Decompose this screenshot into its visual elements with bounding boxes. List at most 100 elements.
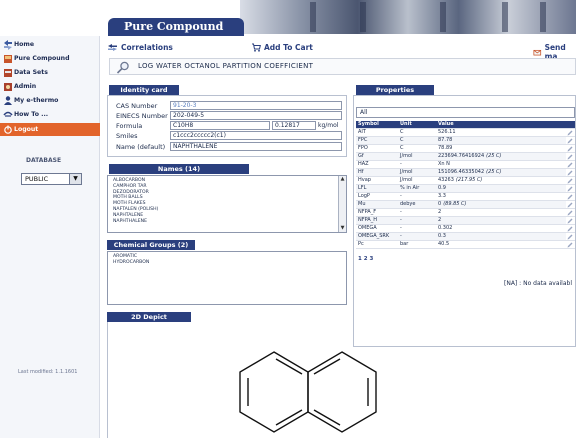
symbol-cell: LFL xyxy=(356,185,398,192)
database-select[interactable]: PUBLIC ▼ xyxy=(21,173,82,185)
list-item: HYDROCARBON xyxy=(113,259,150,265)
edit-icon[interactable] xyxy=(567,154,573,160)
symbol-cell-text: Hvap xyxy=(358,177,371,183)
symbol-cell: HAZ xyxy=(356,161,398,168)
edit-icon[interactable] xyxy=(567,226,573,232)
add-to-cart-link[interactable]: Add To Cart xyxy=(251,43,313,52)
edit-icon[interactable] xyxy=(567,194,573,200)
symbol-cell: FPC xyxy=(356,137,398,144)
name-label: Name (default) xyxy=(116,143,166,151)
sidebar-item-label: Pure Compound xyxy=(14,55,70,62)
depict-title: 2D Depict xyxy=(107,312,191,322)
edit-icon[interactable] xyxy=(567,210,573,216)
unit-cell: - xyxy=(398,225,436,232)
edit-icon[interactable] xyxy=(567,234,573,240)
chevron-down-icon[interactable]: ▼ xyxy=(69,174,81,184)
value-cell-text: 526.11 xyxy=(438,129,456,135)
unit-cell-text: C xyxy=(400,129,404,135)
sidebar-item-data-sets[interactable]: Data Sets xyxy=(0,66,100,79)
edit-icon[interactable] xyxy=(567,186,573,192)
edit-icon[interactable] xyxy=(567,138,573,144)
names-title: Names (14) xyxy=(109,164,249,174)
table-row: HAZ - Xn N xyxy=(356,161,575,169)
value-cell: Xn N xyxy=(436,161,566,168)
sidebar-item-pure-compound[interactable]: Pure Compound xyxy=(0,52,100,65)
unit-cell: - xyxy=(398,209,436,216)
edit-icon[interactable] xyxy=(567,242,573,248)
cas-label: CAS Number xyxy=(116,102,158,110)
sidebar-item-admin[interactable]: Admin xyxy=(0,80,100,93)
names-scrollbar[interactable]: ▲ ▼ xyxy=(338,176,346,232)
unit-cell: C xyxy=(398,145,436,152)
value-cell-text: 87.78 xyxy=(438,137,453,143)
table-row: Gf J/mol 223694.76416924 (25 C) xyxy=(356,153,575,161)
scroll-down-icon[interactable]: ▼ xyxy=(339,225,346,232)
pagination[interactable]: 1 2 3 xyxy=(358,256,373,262)
table-row: FPO C 78.89 xyxy=(356,145,575,153)
value-cell: 0.3 xyxy=(436,233,566,240)
names-list[interactable]: ALBOCARBON CAMPHOR TAR DEZODORATOR MOTH … xyxy=(107,175,347,233)
sidebar-item-label: My e-thermo xyxy=(14,97,59,104)
value-cell-text: 78.89 xyxy=(438,145,453,151)
symbol-cell-text: LogP xyxy=(358,193,370,199)
table-row: LFL % in Air 0.9 xyxy=(356,185,575,193)
value-cell-text: 2 xyxy=(438,209,442,215)
symbol-cell: AIT xyxy=(356,129,398,136)
property-title-bar: LOG WATER OCTANOL PARTITION COEFFICIENT xyxy=(109,58,576,75)
value-cell-text: 43263 xyxy=(438,177,454,183)
value-cell: 3.3 xyxy=(436,193,566,200)
value-cell-text: 223694.76416924 xyxy=(438,153,485,159)
value-cell: 2 xyxy=(436,209,566,216)
correlations-icon xyxy=(108,44,117,51)
table-row: OMEGA_SRK - 0.3 xyxy=(356,233,575,241)
symbol-cell-text: OMEGA xyxy=(358,225,377,231)
identity-card: CAS Number 91-20-3 EINECS Number 202-049… xyxy=(107,95,347,157)
unit-cell-text: - xyxy=(400,217,402,223)
unit-cell-text: - xyxy=(400,225,402,231)
edit-icon[interactable] xyxy=(567,146,573,152)
edit-icon[interactable] xyxy=(567,170,573,176)
sidebar-item-label: Home xyxy=(14,41,35,48)
edit-icon[interactable] xyxy=(567,130,573,136)
properties-filter-select[interactable]: All xyxy=(356,107,575,118)
table-row: FPC C 87.78 xyxy=(356,137,575,145)
arrows-icon xyxy=(4,40,12,50)
sidebar-item-home[interactable]: Home xyxy=(0,38,100,51)
symbol-cell-text: LFL xyxy=(358,185,367,191)
value-cell-text: 0.9 xyxy=(438,185,446,191)
edit-icon[interactable] xyxy=(567,202,573,208)
column-header: Symbol xyxy=(358,121,379,127)
value-cell-text: 0.302 xyxy=(438,225,453,231)
column-header: Unit xyxy=(400,121,412,127)
table-row: Mu debye 0 (89.85 C) xyxy=(356,201,575,209)
symbol-cell-text: NFPA_F xyxy=(358,209,377,215)
symbol-cell-text: Gf xyxy=(358,153,364,159)
unit-cell: J/mol xyxy=(398,153,436,160)
value-cell-text: 2 xyxy=(438,217,442,223)
table-row: NFPA_F - 2 xyxy=(356,209,575,217)
value-cell: 526.11 xyxy=(436,129,566,136)
scroll-up-icon[interactable]: ▲ xyxy=(339,176,346,183)
toolbar: Correlations Add To Cart Send ma xyxy=(101,41,576,61)
smiles-value: c1ccc2ccccc2(c1) xyxy=(170,131,342,140)
search-icon[interactable] xyxy=(116,61,130,74)
properties-filter-value: All xyxy=(360,109,368,116)
edit-icon[interactable] xyxy=(567,218,573,224)
table-row: LogP - 3.3 xyxy=(356,193,575,201)
main-content: Correlations Add To Cart Send ma LOG WAT… xyxy=(101,36,576,438)
admin-icon xyxy=(4,83,12,91)
cas-value[interactable]: 91-20-3 xyxy=(170,101,342,110)
edit-icon[interactable] xyxy=(567,178,573,184)
correlations-link[interactable]: Correlations xyxy=(107,43,173,52)
sidebar-item-logout[interactable]: Logout xyxy=(0,123,100,136)
chemical-groups-list[interactable]: AROMATIC HYDROCARBON xyxy=(107,251,347,305)
condition-text: (25 C) xyxy=(486,153,502,159)
properties-table: Symbol Unit Value AIT C 526.11 FPC C 87.78 FPO… xyxy=(356,121,575,251)
condition-text: (217.95 C) xyxy=(455,177,483,183)
condition-text: (25 C) xyxy=(486,169,502,175)
table-row: Hf J/mol 151096.46335042 (25 C) xyxy=(356,169,575,177)
no-data-note: [NA] : No data availabl xyxy=(504,280,572,287)
edit-icon[interactable] xyxy=(567,162,573,168)
sidebar-item-how-to[interactable]: How To ... xyxy=(0,108,100,121)
sidebar-item-my-ethermo[interactable]: My e-thermo xyxy=(0,94,100,107)
